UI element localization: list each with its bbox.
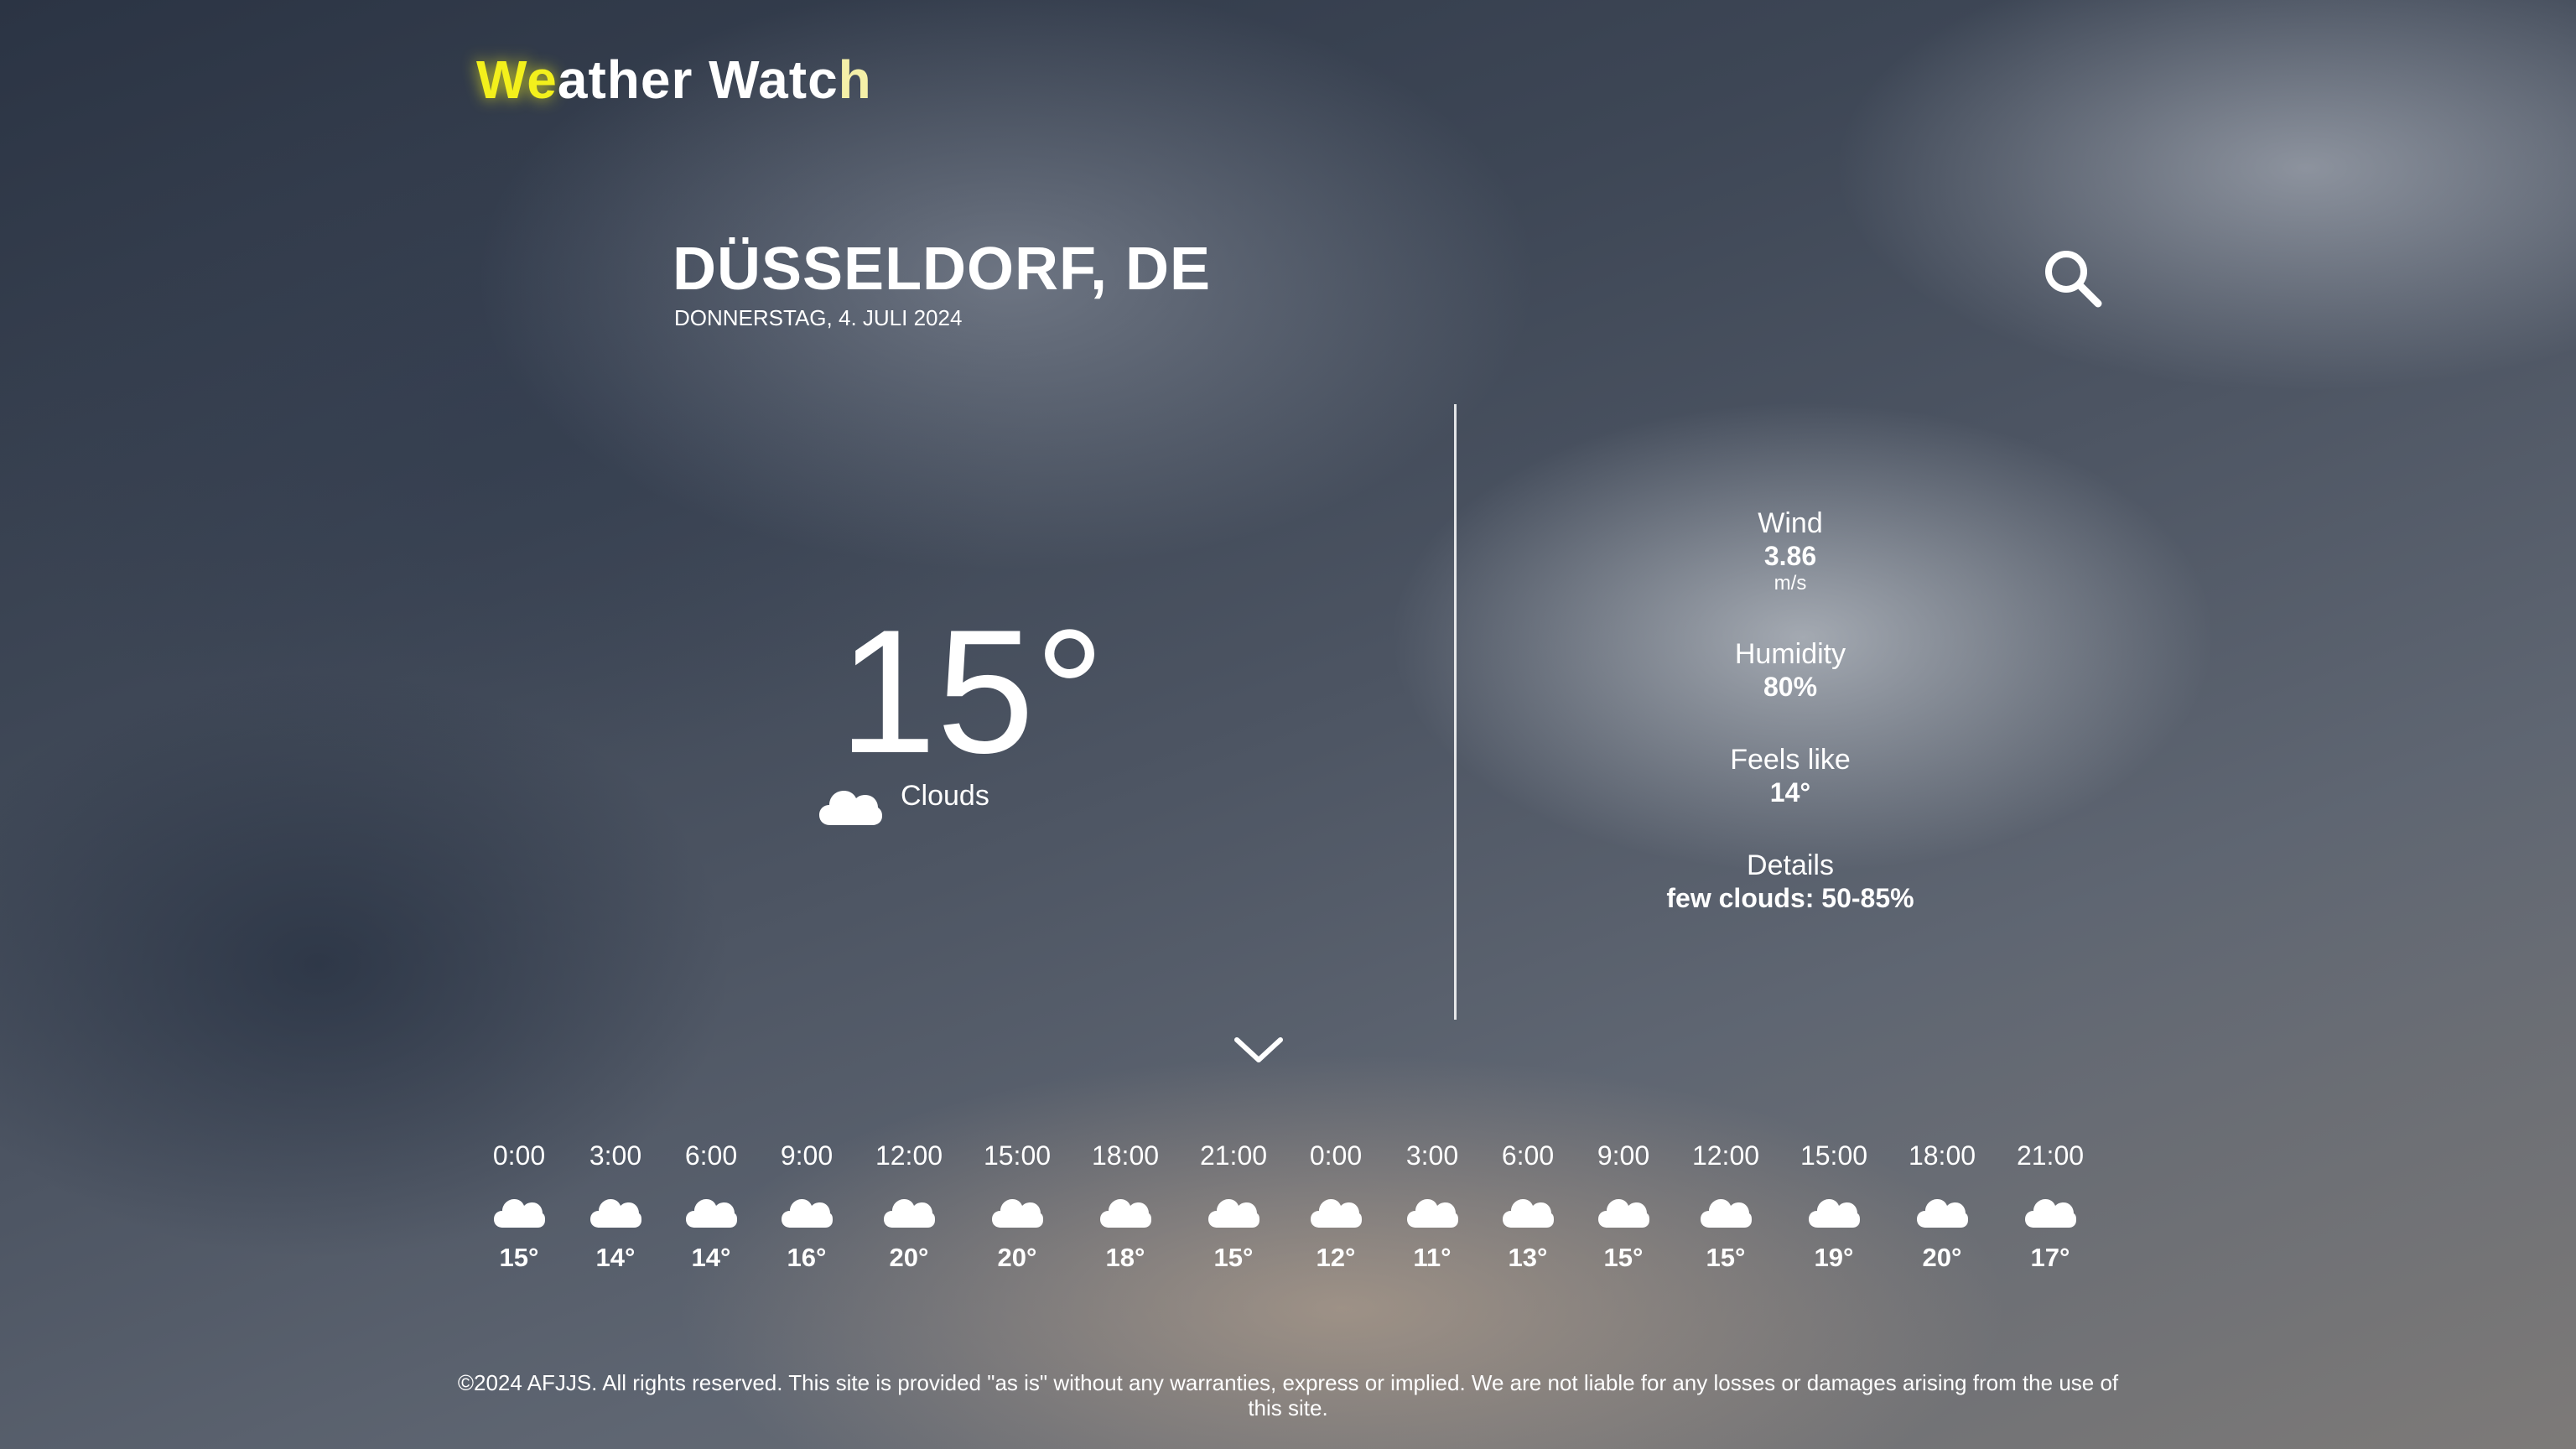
current-condition: Clouds [901, 780, 989, 812]
wind-stat: Wind 3.86 m/s [1623, 506, 1958, 595]
feels-like-stat: Feels like 14° [1623, 743, 1958, 808]
current-temperature: 15° [839, 593, 1105, 790]
forecast-time: 18:00 [1908, 1140, 1976, 1171]
feels-like-value: 14° [1769, 777, 1811, 808]
cloud-icon [1208, 1199, 1259, 1228]
forecast-temp: 11° [1413, 1243, 1452, 1272]
forecast-item: 15:00 19° [1779, 1137, 1888, 1275]
city-name: DÜSSELDORF, DE [673, 236, 1212, 303]
forecast-time: 12:00 [875, 1140, 943, 1171]
forecast-item: 6:00 14° [657, 1137, 766, 1275]
forecast-temp: 15° [499, 1243, 539, 1272]
humidity-value: 80% [1763, 672, 1818, 702]
cloud-icon [1598, 1199, 1649, 1228]
humidity-label: Humidity [1734, 638, 1846, 670]
forecast-item: 0:00 12° [1281, 1137, 1390, 1275]
forecast-item: 3:00 14° [561, 1137, 670, 1275]
forecast-time: 18:00 [1091, 1140, 1160, 1171]
forecast-item: 12:00 20° [854, 1137, 963, 1275]
app-title: Weather Watch [476, 49, 872, 111]
search-button[interactable] [2039, 245, 2106, 312]
forecast-item: 0:00 15° [465, 1137, 574, 1275]
cloud-icon [1917, 1199, 1968, 1228]
forecast-temp: 20° [889, 1243, 929, 1272]
cloud-icon [494, 1199, 545, 1228]
forecast-temp: 19° [1814, 1243, 1854, 1272]
forecast-time: 15:00 [983, 1140, 1052, 1171]
forecast-temp: 18° [1105, 1243, 1145, 1272]
forecast-temp: 15° [1706, 1243, 1746, 1272]
cloud-icon [819, 791, 882, 825]
forecast-time: 21:00 [2016, 1140, 2085, 1171]
forecast-item: 18:00 18° [1071, 1137, 1180, 1275]
cloud-icon [782, 1199, 833, 1228]
cloud-icon [884, 1199, 935, 1228]
forecast-temp: 13° [1508, 1243, 1548, 1272]
forecast-item: 9:00 16° [752, 1137, 861, 1275]
forecast-item: 12:00 15° [1671, 1137, 1780, 1275]
forecast-time: 9:00 [1597, 1140, 1650, 1171]
forecast-temp: 15° [1213, 1243, 1254, 1272]
forecast-time: 6:00 [684, 1140, 738, 1171]
cloud-icon [590, 1199, 641, 1228]
cloud-icon [686, 1199, 737, 1228]
footer-text: ©2024 AFJJS. All rights reserved. This s… [457, 1370, 2119, 1420]
forecast-item: 21:00 17° [1996, 1137, 2105, 1275]
forecast-time: 6:00 [1501, 1140, 1555, 1171]
forecast-time: 0:00 [1309, 1140, 1363, 1171]
app-title-body: ather Watc [557, 49, 839, 110]
forecast-item: 15:00 20° [963, 1137, 1072, 1275]
forecast-time: 9:00 [780, 1140, 834, 1171]
forecast-temp: 14° [595, 1243, 636, 1272]
app-title-highlight: We [476, 49, 558, 110]
forecast-temp: 12° [1316, 1243, 1356, 1272]
forecast-temp: 14° [691, 1243, 731, 1272]
forecast-temp: 20° [997, 1243, 1037, 1272]
chevron-down-icon [1234, 1037, 1283, 1062]
forecast-item: 9:00 15° [1569, 1137, 1678, 1275]
forecast-item: 3:00 11° [1378, 1137, 1487, 1275]
forecast-item: 21:00 15° [1179, 1137, 1288, 1275]
wind-label: Wind [1758, 507, 1823, 539]
forecast-temp: 20° [1922, 1243, 1962, 1272]
cloud-icon [1701, 1199, 1752, 1228]
humidity-stat: Humidity 80% [1623, 637, 1958, 703]
app-title-end: h [838, 49, 872, 110]
search-icon [2045, 251, 2102, 308]
cloud-icon [992, 1199, 1043, 1228]
cloud-icon [1100, 1199, 1151, 1228]
forecast-time: 0:00 [492, 1140, 546, 1171]
forecast-time: 21:00 [1199, 1140, 1268, 1171]
details-label: Details [1747, 849, 1834, 881]
forecast-time: 3:00 [589, 1140, 642, 1171]
forecast-item: 6:00 13° [1473, 1137, 1582, 1275]
wind-value: 3.86 [1763, 541, 1817, 571]
forecast-item: 18:00 20° [1888, 1137, 1997, 1275]
details-stat: Details few clouds: 50-85% [1623, 849, 1958, 914]
current-date: DONNERSTAG, 4. JULI 2024 [674, 305, 963, 330]
forecast-temp: 15° [1603, 1243, 1644, 1272]
wind-unit: m/s [1774, 572, 1807, 595]
expand-button[interactable] [1233, 1033, 1285, 1067]
section-divider [1454, 404, 1457, 1020]
cloud-icon [2025, 1199, 2076, 1228]
forecast-time: 15:00 [1800, 1140, 1868, 1171]
cloud-icon [1503, 1199, 1554, 1228]
cloud-icon [1407, 1199, 1458, 1228]
forecast-temp: 16° [787, 1243, 827, 1272]
forecast-time: 3:00 [1405, 1140, 1459, 1171]
details-value: few clouds: 50-85% [1666, 883, 1914, 913]
cloud-icon [1809, 1199, 1860, 1228]
forecast-temp: 17° [2030, 1243, 2070, 1272]
cloud-icon [1311, 1199, 1362, 1228]
forecast-time: 12:00 [1691, 1140, 1760, 1171]
feels-like-label: Feels like [1730, 744, 1851, 776]
